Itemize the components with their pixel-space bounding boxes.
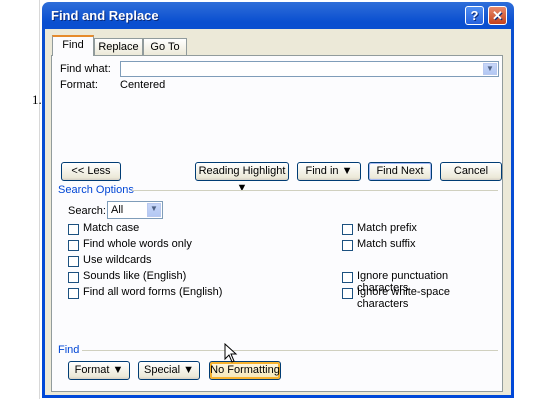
help-icon[interactable]: ? xyxy=(465,6,484,25)
whole-words-checkbox[interactable] xyxy=(68,240,79,251)
ignore-whitespace-checkbox[interactable] xyxy=(342,288,353,299)
format-button-label: Format xyxy=(74,364,110,376)
dialog-titlebar[interactable]: Find and Replace ? ✕ xyxy=(45,2,511,29)
chevron-down-icon[interactable]: ▼ xyxy=(483,63,497,75)
match-prefix-checkbox[interactable] xyxy=(342,224,353,235)
tab-find-label: Find xyxy=(62,39,84,51)
document-page-edge xyxy=(39,0,40,399)
match-case-label: Match case xyxy=(83,222,140,234)
dialog-client: Find Replace Go To Find what: ▼ Format: … xyxy=(45,29,511,395)
reading-highlight-button[interactable]: Reading Highlight ▼ xyxy=(195,162,289,194)
sounds-like-label: Sounds like (English) xyxy=(83,270,187,282)
search-direction-value: All xyxy=(111,204,124,216)
dropdown-arrow-icon: ▼ xyxy=(183,364,195,376)
cancel-label: Cancel xyxy=(453,165,489,177)
dialog-title: Find and Replace xyxy=(51,8,159,23)
match-prefix-label: Match prefix xyxy=(357,222,417,234)
find-what-label: Find what: xyxy=(60,63,111,75)
find-next-button[interactable]: Find Next xyxy=(368,162,432,181)
special-button-label: Special xyxy=(143,364,181,376)
find-section-divider xyxy=(82,350,498,351)
find-section-heading: Find xyxy=(58,344,80,356)
ignore-whitespace-label: Ignore white-space characters xyxy=(357,286,450,310)
search-direction-select[interactable]: All ▼ xyxy=(107,201,163,219)
tab-goto[interactable]: Go To xyxy=(143,38,187,55)
no-formatting-label: No Formatting xyxy=(210,364,280,376)
find-what-input[interactable]: ▼ xyxy=(120,61,499,77)
less-button-label: << Less xyxy=(71,165,111,177)
search-label: Search: xyxy=(68,205,106,217)
dropdown-arrow-icon: ▼ xyxy=(341,165,353,177)
wildcards-checkbox[interactable] xyxy=(68,256,79,267)
match-case-checkbox[interactable] xyxy=(68,224,79,235)
document-list-marker: 1. xyxy=(32,92,42,107)
whole-words-label: Find whole words only xyxy=(83,238,192,250)
find-in-label: Find in xyxy=(305,165,339,177)
find-next-label: Find Next xyxy=(376,165,424,177)
search-options-divider xyxy=(132,190,498,191)
less-button[interactable]: << Less xyxy=(61,162,121,181)
cancel-button[interactable]: Cancel xyxy=(440,162,502,181)
format-label: Format: xyxy=(60,79,98,91)
chevron-down-icon[interactable]: ▼ xyxy=(147,203,161,217)
tab-goto-label: Go To xyxy=(150,41,180,53)
find-replace-dialog: Find and Replace ? ✕ Find Replace Go To … xyxy=(42,2,514,398)
no-formatting-button[interactable]: No Formatting xyxy=(209,361,281,380)
special-button[interactable]: Special ▼ xyxy=(138,361,200,380)
tab-find[interactable]: Find xyxy=(52,35,94,56)
format-button[interactable]: Format ▼ xyxy=(68,361,130,380)
mouse-pointer-icon xyxy=(224,343,238,363)
reading-highlight-label: Reading Highlight xyxy=(198,165,286,177)
match-suffix-checkbox[interactable] xyxy=(342,240,353,251)
tab-replace-label: Replace xyxy=(98,41,139,53)
dropdown-arrow-icon: ▼ xyxy=(112,364,124,376)
dropdown-arrow-icon: ▼ xyxy=(236,182,248,194)
ignore-punctuation-checkbox[interactable] xyxy=(342,272,353,283)
word-forms-checkbox[interactable] xyxy=(68,288,79,299)
tab-replace[interactable]: Replace xyxy=(94,38,143,55)
close-icon[interactable]: ✕ xyxy=(488,6,507,25)
word-forms-label: Find all word forms (English) xyxy=(83,286,223,298)
wildcards-label: Use wildcards xyxy=(83,254,152,266)
find-tab-panel: Find what: ▼ Format: Centered << Less Re… xyxy=(51,55,503,392)
find-in-button[interactable]: Find in ▼ xyxy=(297,162,361,181)
sounds-like-checkbox[interactable] xyxy=(68,272,79,283)
search-options-heading: Search Options xyxy=(58,184,134,196)
format-value: Centered xyxy=(120,79,166,91)
match-suffix-label: Match suffix xyxy=(357,238,416,250)
